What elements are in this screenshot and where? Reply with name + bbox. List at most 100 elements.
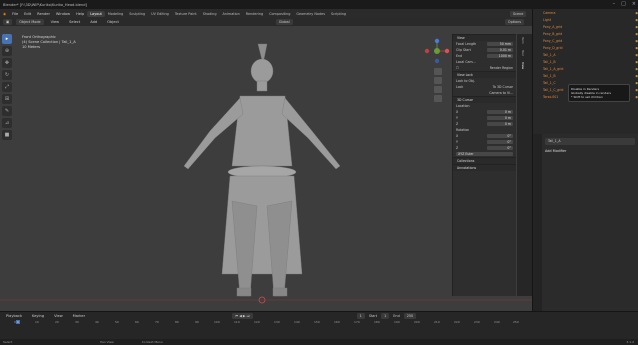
play-controls[interactable]: ⏮ ◀ ▶ ⏭	[232, 313, 253, 319]
character-model	[183, 43, 341, 297]
mode-selector[interactable]: Object Mode	[16, 19, 44, 25]
gizmo-neg-z-icon[interactable]	[434, 58, 440, 64]
tab-scripting[interactable]: Scripting	[328, 11, 349, 17]
menu-add[interactable]: Add	[87, 20, 100, 24]
editor-type-icon[interactable]: ▣	[3, 19, 13, 25]
pan-icon[interactable]	[434, 77, 442, 84]
menu-view[interactable]: View	[48, 20, 63, 24]
cursor-loc-y-field[interactable]: 0 m	[487, 116, 513, 120]
tab-uv-editing[interactable]: UV Editing	[148, 11, 172, 17]
lock-camera-checkbox[interactable]: Camera to Vi...	[489, 91, 513, 95]
perspective-toggle-icon[interactable]	[434, 95, 442, 102]
maximize-icon[interactable]: □	[621, 1, 626, 7]
clip-start-field[interactable]: 0.01 m	[487, 48, 513, 52]
outliner-row[interactable]: Tail_1_A_grid ◉	[533, 65, 638, 72]
measure-tool-icon[interactable]: ⊿	[2, 118, 12, 128]
menu-window[interactable]: Window	[53, 12, 73, 16]
outliner-row[interactable]: Camera ◉	[533, 9, 638, 16]
tab-rendering[interactable]: Rendering	[243, 11, 266, 17]
options-dropdown[interactable]: Options	[504, 19, 524, 25]
start-frame-field[interactable]: 1	[381, 313, 390, 319]
gizmo-x-axis-icon[interactable]	[444, 48, 450, 54]
select-box-tool-icon[interactable]: ▸	[2, 34, 12, 44]
rotation-mode-dropdown[interactable]: XYZ Euler	[456, 152, 513, 156]
outliner-row[interactable]: Tail_1_B ◉	[533, 72, 638, 79]
tab-item[interactable]: Item	[521, 34, 525, 47]
cursor-rot-y-field[interactable]: 0°	[487, 140, 513, 144]
tab-texture-paint[interactable]: Texture Paint	[172, 11, 200, 17]
outliner-row[interactable]: Light ◉	[533, 16, 638, 23]
rot-x-label: X	[456, 134, 459, 138]
gizmo-y-axis-icon[interactable]	[434, 48, 440, 54]
add-modifier-button[interactable]: Add Modifier	[545, 148, 635, 155]
scene-selector[interactable]: Scene	[510, 10, 527, 17]
lock-to-cursor-checkbox[interactable]: To 3D Cursor	[493, 85, 513, 89]
outliner-row[interactable]: Tail_1_B ◉	[533, 58, 638, 65]
tab-shading[interactable]: Shading	[200, 11, 220, 17]
tab-compositing[interactable]: Compositing	[266, 11, 293, 17]
outliner-row[interactable]: Tail_1_A ◉	[533, 51, 638, 58]
menu-marker[interactable]: Marker	[70, 314, 88, 318]
outliner-row[interactable]: Pony_B_grid ◉	[533, 30, 638, 37]
cursor-tool-icon[interactable]: ⊕	[2, 46, 12, 56]
frame-ruler[interactable]: 1 0 10 20 30 40 50 60 70 80 90 100 110 1…	[0, 320, 532, 327]
cursor-rot-x-field[interactable]: 0°	[487, 134, 513, 138]
ruler-tick: 220	[454, 320, 460, 324]
ruler-tick: 250	[513, 320, 519, 324]
camera-view-icon[interactable]	[434, 86, 442, 93]
collections-section-header[interactable]: Collections	[453, 157, 516, 164]
tab-geometry-nodes[interactable]: Geometry Nodes	[293, 11, 328, 17]
window-title: Blender* [F:\3D\WIP\Kuriko\Kuriko_Head.b…	[3, 2, 87, 7]
menu-help[interactable]: Help	[73, 12, 87, 16]
tab-tool[interactable]: Tool	[521, 47, 525, 59]
current-frame-field[interactable]: 1	[356, 313, 365, 319]
object-name-field[interactable]: Tail_1_A	[545, 138, 635, 145]
close-icon[interactable]: ×	[632, 1, 636, 7]
view-lock-section-header[interactable]: View Lock	[453, 71, 516, 78]
navigation-gizmo[interactable]	[424, 38, 450, 108]
outliner-row[interactable]: Pony_D_grid ◉	[533, 44, 638, 51]
outliner-row[interactable]: Pony_C_grid ◉	[533, 37, 638, 44]
gizmo-z-axis-icon[interactable]	[434, 38, 440, 44]
tab-layout[interactable]: Layout	[87, 10, 105, 17]
outliner-item-name: Pony_A_grid	[543, 24, 563, 29]
tab-modeling[interactable]: Modeling	[105, 11, 126, 17]
annotations-section-header[interactable]: Annotations	[453, 164, 516, 171]
cursor-loc-z-field[interactable]: 0 m	[487, 122, 513, 126]
viewport-info-overlay: Front Orthographic (4) Scene Collection …	[22, 35, 76, 50]
rotate-tool-icon[interactable]: ↻	[2, 70, 12, 80]
render-region-checkbox[interactable]: ☐	[456, 66, 459, 70]
menu-timeline-view[interactable]: View	[51, 314, 66, 318]
view-section-header[interactable]: View	[453, 34, 516, 41]
menu-object[interactable]: Object	[104, 20, 122, 24]
3d-cursor-section-header[interactable]: 3D Cursor	[453, 96, 516, 103]
gizmo-neg-x-icon[interactable]	[424, 48, 430, 54]
tab-animation[interactable]: Animation	[219, 11, 242, 17]
add-cube-tool-icon[interactable]: ■	[2, 130, 12, 140]
scale-tool-icon[interactable]: ⤢	[2, 82, 12, 92]
menu-select[interactable]: Select	[66, 20, 83, 24]
annotate-tool-icon[interactable]: ✎	[2, 106, 12, 116]
menu-keying[interactable]: Keying	[29, 314, 47, 318]
zoom-icon[interactable]	[434, 68, 442, 75]
clip-end-field[interactable]: 1000 m	[487, 54, 513, 58]
playhead[interactable]: 1	[16, 320, 20, 324]
loc-x-label: X	[456, 110, 459, 114]
outliner-row[interactable]: Pony_A_grid ◉	[533, 23, 638, 30]
menu-file[interactable]: File	[9, 12, 21, 16]
orientation-selector[interactable]: Global	[275, 19, 293, 25]
move-tool-icon[interactable]: ✥	[2, 58, 12, 68]
tab-view[interactable]: View	[521, 59, 525, 72]
transform-tool-icon[interactable]: ⊞	[2, 94, 12, 104]
end-frame-field[interactable]: 250	[403, 313, 417, 319]
tab-sculpting[interactable]: Sculpting	[126, 11, 148, 17]
cursor-rot-z-field[interactable]: 0°	[487, 146, 513, 150]
menu-edit[interactable]: Edit	[21, 12, 34, 16]
blender-logo-icon[interactable]: ◉	[0, 12, 9, 16]
status-select: Select	[3, 340, 13, 344]
cursor-loc-x-field[interactable]: 0 m	[487, 110, 513, 114]
focal-length-field[interactable]: 50 mm	[487, 42, 513, 46]
minimize-icon[interactable]: –	[613, 1, 616, 7]
menu-playback[interactable]: Playback	[3, 314, 25, 318]
menu-render[interactable]: Render	[34, 12, 53, 16]
